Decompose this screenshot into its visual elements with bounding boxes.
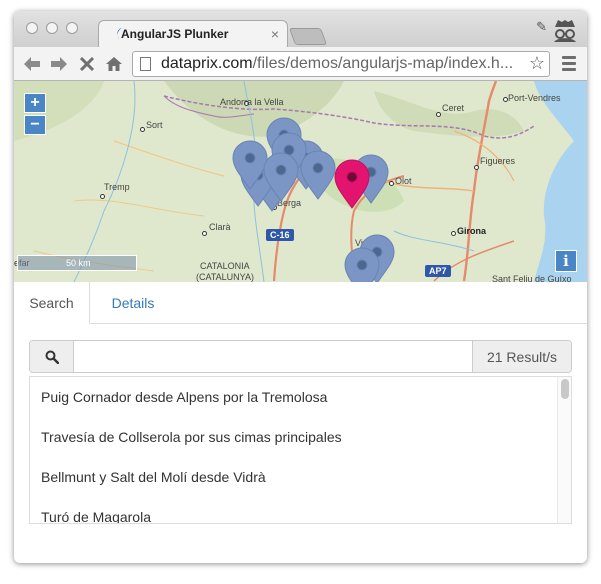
window-close-button[interactable] <box>26 22 38 34</box>
search-input[interactable] <box>74 341 472 372</box>
results-list: Puig Cornador desde Alpens por la Tremol… <box>29 376 572 524</box>
browser-window: AngularJS Plunker × ✎ dataprix.com/files… <box>14 11 587 563</box>
home-icon[interactable] <box>103 53 125 75</box>
map-marker-selected <box>334 159 370 209</box>
map-marker <box>300 150 336 200</box>
list-item[interactable]: Puig Cornador desde Alpens por la Tremol… <box>41 389 327 405</box>
map[interactable]: Andorra la Vella Ceret Port-Vendres Sort… <box>14 81 587 282</box>
map-info-button[interactable]: i <box>555 250 577 272</box>
map-markers-layer <box>232 117 395 282</box>
address-text: dataprix.com/files/demos/angularjs-map/i… <box>161 55 513 73</box>
tab-close-icon[interactable]: × <box>271 26 279 42</box>
panel-tabs: Search Details <box>14 282 587 324</box>
search-addon <box>30 341 74 372</box>
address-bar[interactable]: dataprix.com/files/demos/angularjs-map/i… <box>132 51 550 77</box>
window-minimize-button[interactable] <box>46 22 58 34</box>
forward-arrow-icon[interactable] <box>48 53 70 75</box>
star-icon[interactable]: ☆ <box>529 53 545 74</box>
close-icon[interactable] <box>76 53 98 75</box>
result-count: 21 Result/s <box>472 341 571 372</box>
zoom-out-button[interactable]: − <box>24 115 46 135</box>
list-item[interactable]: Travesía de Collserola por sus cimas pri… <box>41 429 342 445</box>
browser-tab[interactable]: AngularJS Plunker × <box>98 20 288 47</box>
zoom-in-button[interactable]: + <box>24 93 46 113</box>
hamburger-menu-icon[interactable] <box>562 56 576 72</box>
search-icon <box>45 350 59 364</box>
scrollbar-thumb[interactable] <box>561 379 569 399</box>
window-zoom-button[interactable] <box>66 22 78 34</box>
pen-icon: ✎ <box>536 19 547 34</box>
map-marker <box>344 247 380 282</box>
new-tab-button[interactable] <box>288 28 328 45</box>
page-icon <box>140 57 151 71</box>
url-host: dataprix.com <box>161 55 253 72</box>
back-arrow-icon[interactable] <box>21 53 43 75</box>
url-path: /files/demos/angularjs-map/index.h... <box>252 55 514 72</box>
browser-toolbar: dataprix.com/files/demos/angularjs-map/i… <box>14 47 587 81</box>
tab-strip: AngularJS Plunker × ✎ <box>14 11 587 47</box>
list-item[interactable]: Turó de Magarola <box>41 509 151 523</box>
incognito-icon <box>554 20 576 42</box>
tab-search[interactable]: Search <box>14 282 90 324</box>
list-item[interactable]: Bellmunt y Salt del Molí desde Vidrà <box>41 469 266 485</box>
tab-details[interactable]: Details <box>90 282 176 323</box>
search-group: 21 Result/s <box>29 340 572 373</box>
map-scale-label: 50 km <box>66 258 91 268</box>
scrollbar-track[interactable] <box>557 377 571 523</box>
tab-title: AngularJS Plunker <box>121 27 229 41</box>
